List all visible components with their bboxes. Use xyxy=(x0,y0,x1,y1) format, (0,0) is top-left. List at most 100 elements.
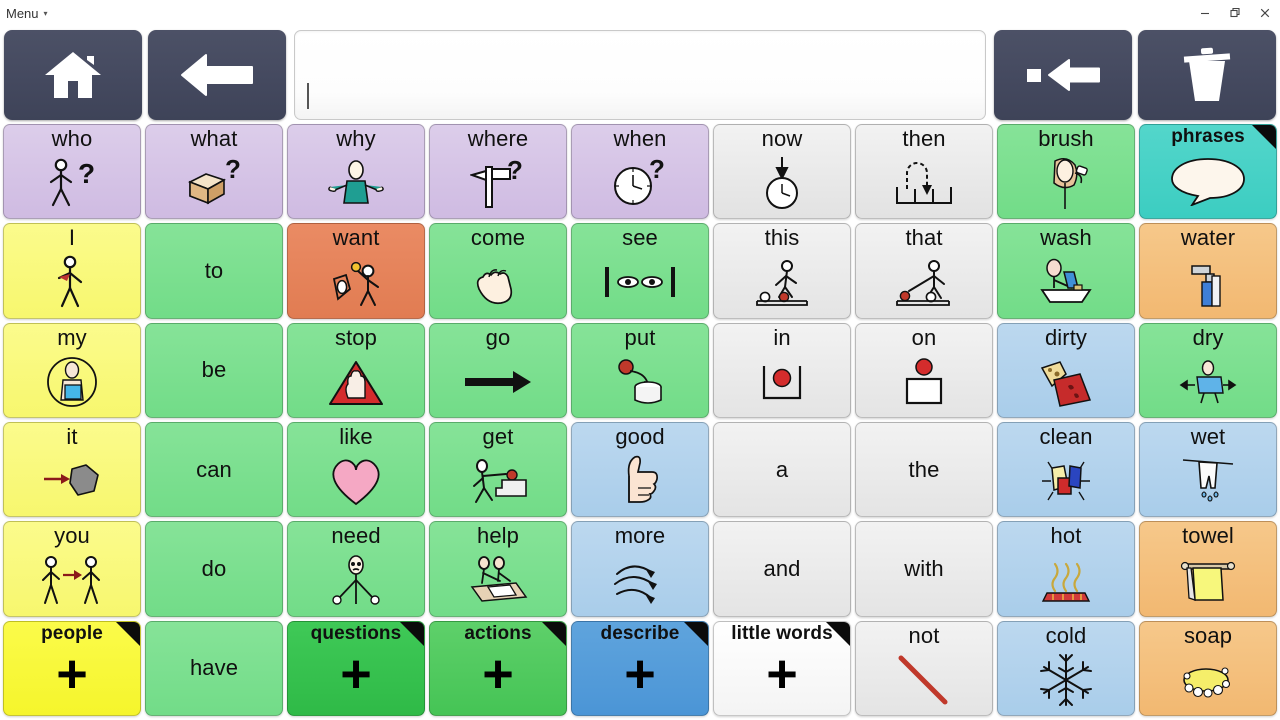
grid-button-label: do xyxy=(201,556,227,582)
window-title-bar: Menu ▾ xyxy=(0,0,1280,26)
clear-message-button[interactable] xyxy=(1138,30,1276,120)
grid-button-now[interactable]: now xyxy=(713,124,851,220)
grid-button-and[interactable]: and xyxy=(713,521,851,617)
grid-button-people[interactable]: people + xyxy=(3,620,141,716)
dry-towel-icon xyxy=(1140,349,1276,417)
grid-button-questions[interactable]: questions + xyxy=(287,620,425,716)
grid-button-have[interactable]: have xyxy=(145,620,283,716)
backspace-button[interactable] xyxy=(994,30,1132,120)
grid-button-like[interactable]: like xyxy=(287,422,425,518)
grid-button-phrases[interactable]: phrases xyxy=(1139,124,1277,220)
grid-button-label: I xyxy=(68,225,76,251)
grid-button-label: people xyxy=(41,622,103,644)
grid-button-towel[interactable]: towel xyxy=(1139,521,1277,617)
grid-button-hot[interactable]: hot xyxy=(997,521,1135,617)
grid-button-soap[interactable]: soap xyxy=(1139,620,1277,716)
grid-button-describe[interactable]: describe + xyxy=(571,620,709,716)
grid-button-a[interactable]: a xyxy=(713,422,851,518)
grid-button-label: actions xyxy=(464,622,532,644)
grid-button-i[interactable]: I xyxy=(3,223,141,319)
grid-button-label: phrases xyxy=(1171,126,1245,147)
grid-button-label: describe xyxy=(600,622,680,644)
grid-button-come[interactable]: come xyxy=(429,223,567,319)
grid-button-dry[interactable]: dry xyxy=(1139,322,1277,418)
shrug-person-icon xyxy=(288,151,424,219)
grid-button-little-words[interactable]: little words + xyxy=(713,620,851,716)
minimize-icon[interactable] xyxy=(1190,0,1220,26)
grid-button-stop[interactable]: stop xyxy=(287,322,425,418)
svg-text:?: ? xyxy=(78,158,95,189)
grid-button-label: towel xyxy=(1182,523,1234,549)
grid-button-you[interactable]: you xyxy=(3,521,141,617)
grid-button-not[interactable]: not xyxy=(855,620,993,716)
towel-rail-icon xyxy=(1140,548,1276,616)
folder-corner-icon xyxy=(826,621,850,646)
grid-button-more[interactable]: more xyxy=(571,521,709,617)
back-arrow-icon xyxy=(180,52,254,98)
grid-button-label: soap xyxy=(1183,622,1233,648)
grid-button-label: you xyxy=(54,523,90,549)
grid-button-go[interactable]: go xyxy=(429,322,567,418)
want-person-icon xyxy=(288,250,424,318)
put-object-icon xyxy=(572,349,708,417)
grid-button-my[interactable]: my xyxy=(3,322,141,418)
command-toolbar xyxy=(0,26,1280,124)
grid-button-the[interactable]: the xyxy=(855,422,993,518)
grid-button-brush[interactable]: brush xyxy=(997,124,1135,220)
grid-button-in[interactable]: in xyxy=(713,322,851,418)
trash-icon xyxy=(1179,46,1235,104)
grid-button-where[interactable]: where? xyxy=(429,124,567,220)
wet-clothes-icon xyxy=(1140,449,1276,517)
grid-button-what[interactable]: what? xyxy=(145,124,283,220)
grid-button-label: can xyxy=(196,456,232,482)
close-icon[interactable] xyxy=(1250,0,1280,26)
grid-button-put[interactable]: put xyxy=(571,322,709,418)
grid-button-get[interactable]: get xyxy=(429,422,567,518)
grid-button-want[interactable]: want xyxy=(287,223,425,319)
back-button[interactable] xyxy=(148,30,286,120)
grid-button-with[interactable]: with xyxy=(855,521,993,617)
grid-button-label: dry xyxy=(1192,324,1224,350)
grid-button-then[interactable]: then xyxy=(855,124,993,220)
grid-button-good[interactable]: good xyxy=(571,422,709,518)
svg-text:?: ? xyxy=(225,158,241,184)
grid-button-do[interactable]: do xyxy=(145,521,283,617)
home-button[interactable] xyxy=(4,30,142,120)
grid-button-help[interactable]: help xyxy=(429,521,567,617)
grid-button-cold[interactable]: cold xyxy=(997,620,1135,716)
grid-button-label: on xyxy=(911,324,937,350)
grid-button-label: like xyxy=(339,424,373,449)
restore-icon[interactable] xyxy=(1220,0,1250,26)
grid-button-clean[interactable]: clean xyxy=(997,422,1135,518)
folder-corner-icon xyxy=(684,621,708,646)
grid-button-can[interactable]: can xyxy=(145,422,283,518)
grid-button-dirty[interactable]: dirty xyxy=(997,322,1135,418)
grid-button-to[interactable]: to xyxy=(145,223,283,319)
box-question-icon: ? xyxy=(146,151,282,219)
grid-button-be[interactable]: be xyxy=(145,322,283,418)
grid-button-why[interactable]: why xyxy=(287,124,425,220)
menu-button[interactable]: Menu ▾ xyxy=(0,5,56,22)
grid-button-on[interactable]: on xyxy=(855,322,993,418)
grid-button-label: wet xyxy=(1190,424,1226,449)
grid-button-label: stop xyxy=(335,324,377,350)
person-question-icon: ? xyxy=(4,151,140,219)
grid-button-label: a xyxy=(775,456,789,482)
grid-button-water[interactable]: water xyxy=(1139,223,1277,319)
grid-button-wash[interactable]: wash xyxy=(997,223,1135,319)
grid-button-need[interactable]: need xyxy=(287,521,425,617)
grid-button-label: have xyxy=(189,655,239,681)
grid-button-it[interactable]: it xyxy=(3,422,141,518)
hot-steam-icon xyxy=(998,548,1134,616)
grid-button-this[interactable]: this xyxy=(713,223,851,319)
grid-button-who[interactable]: who? xyxy=(3,124,141,220)
grid-button-that[interactable]: that xyxy=(855,223,993,319)
grid-button-actions[interactable]: actions + xyxy=(429,620,567,716)
message-window[interactable] xyxy=(294,30,986,120)
clock-question-icon: ? xyxy=(572,151,708,219)
grid-button-when[interactable]: when? xyxy=(571,124,709,220)
grid-button-see[interactable]: see xyxy=(571,223,709,319)
folder-corner-icon xyxy=(400,621,424,646)
grid-button-wet[interactable]: wet xyxy=(1139,422,1277,518)
window-controls xyxy=(1190,0,1280,26)
